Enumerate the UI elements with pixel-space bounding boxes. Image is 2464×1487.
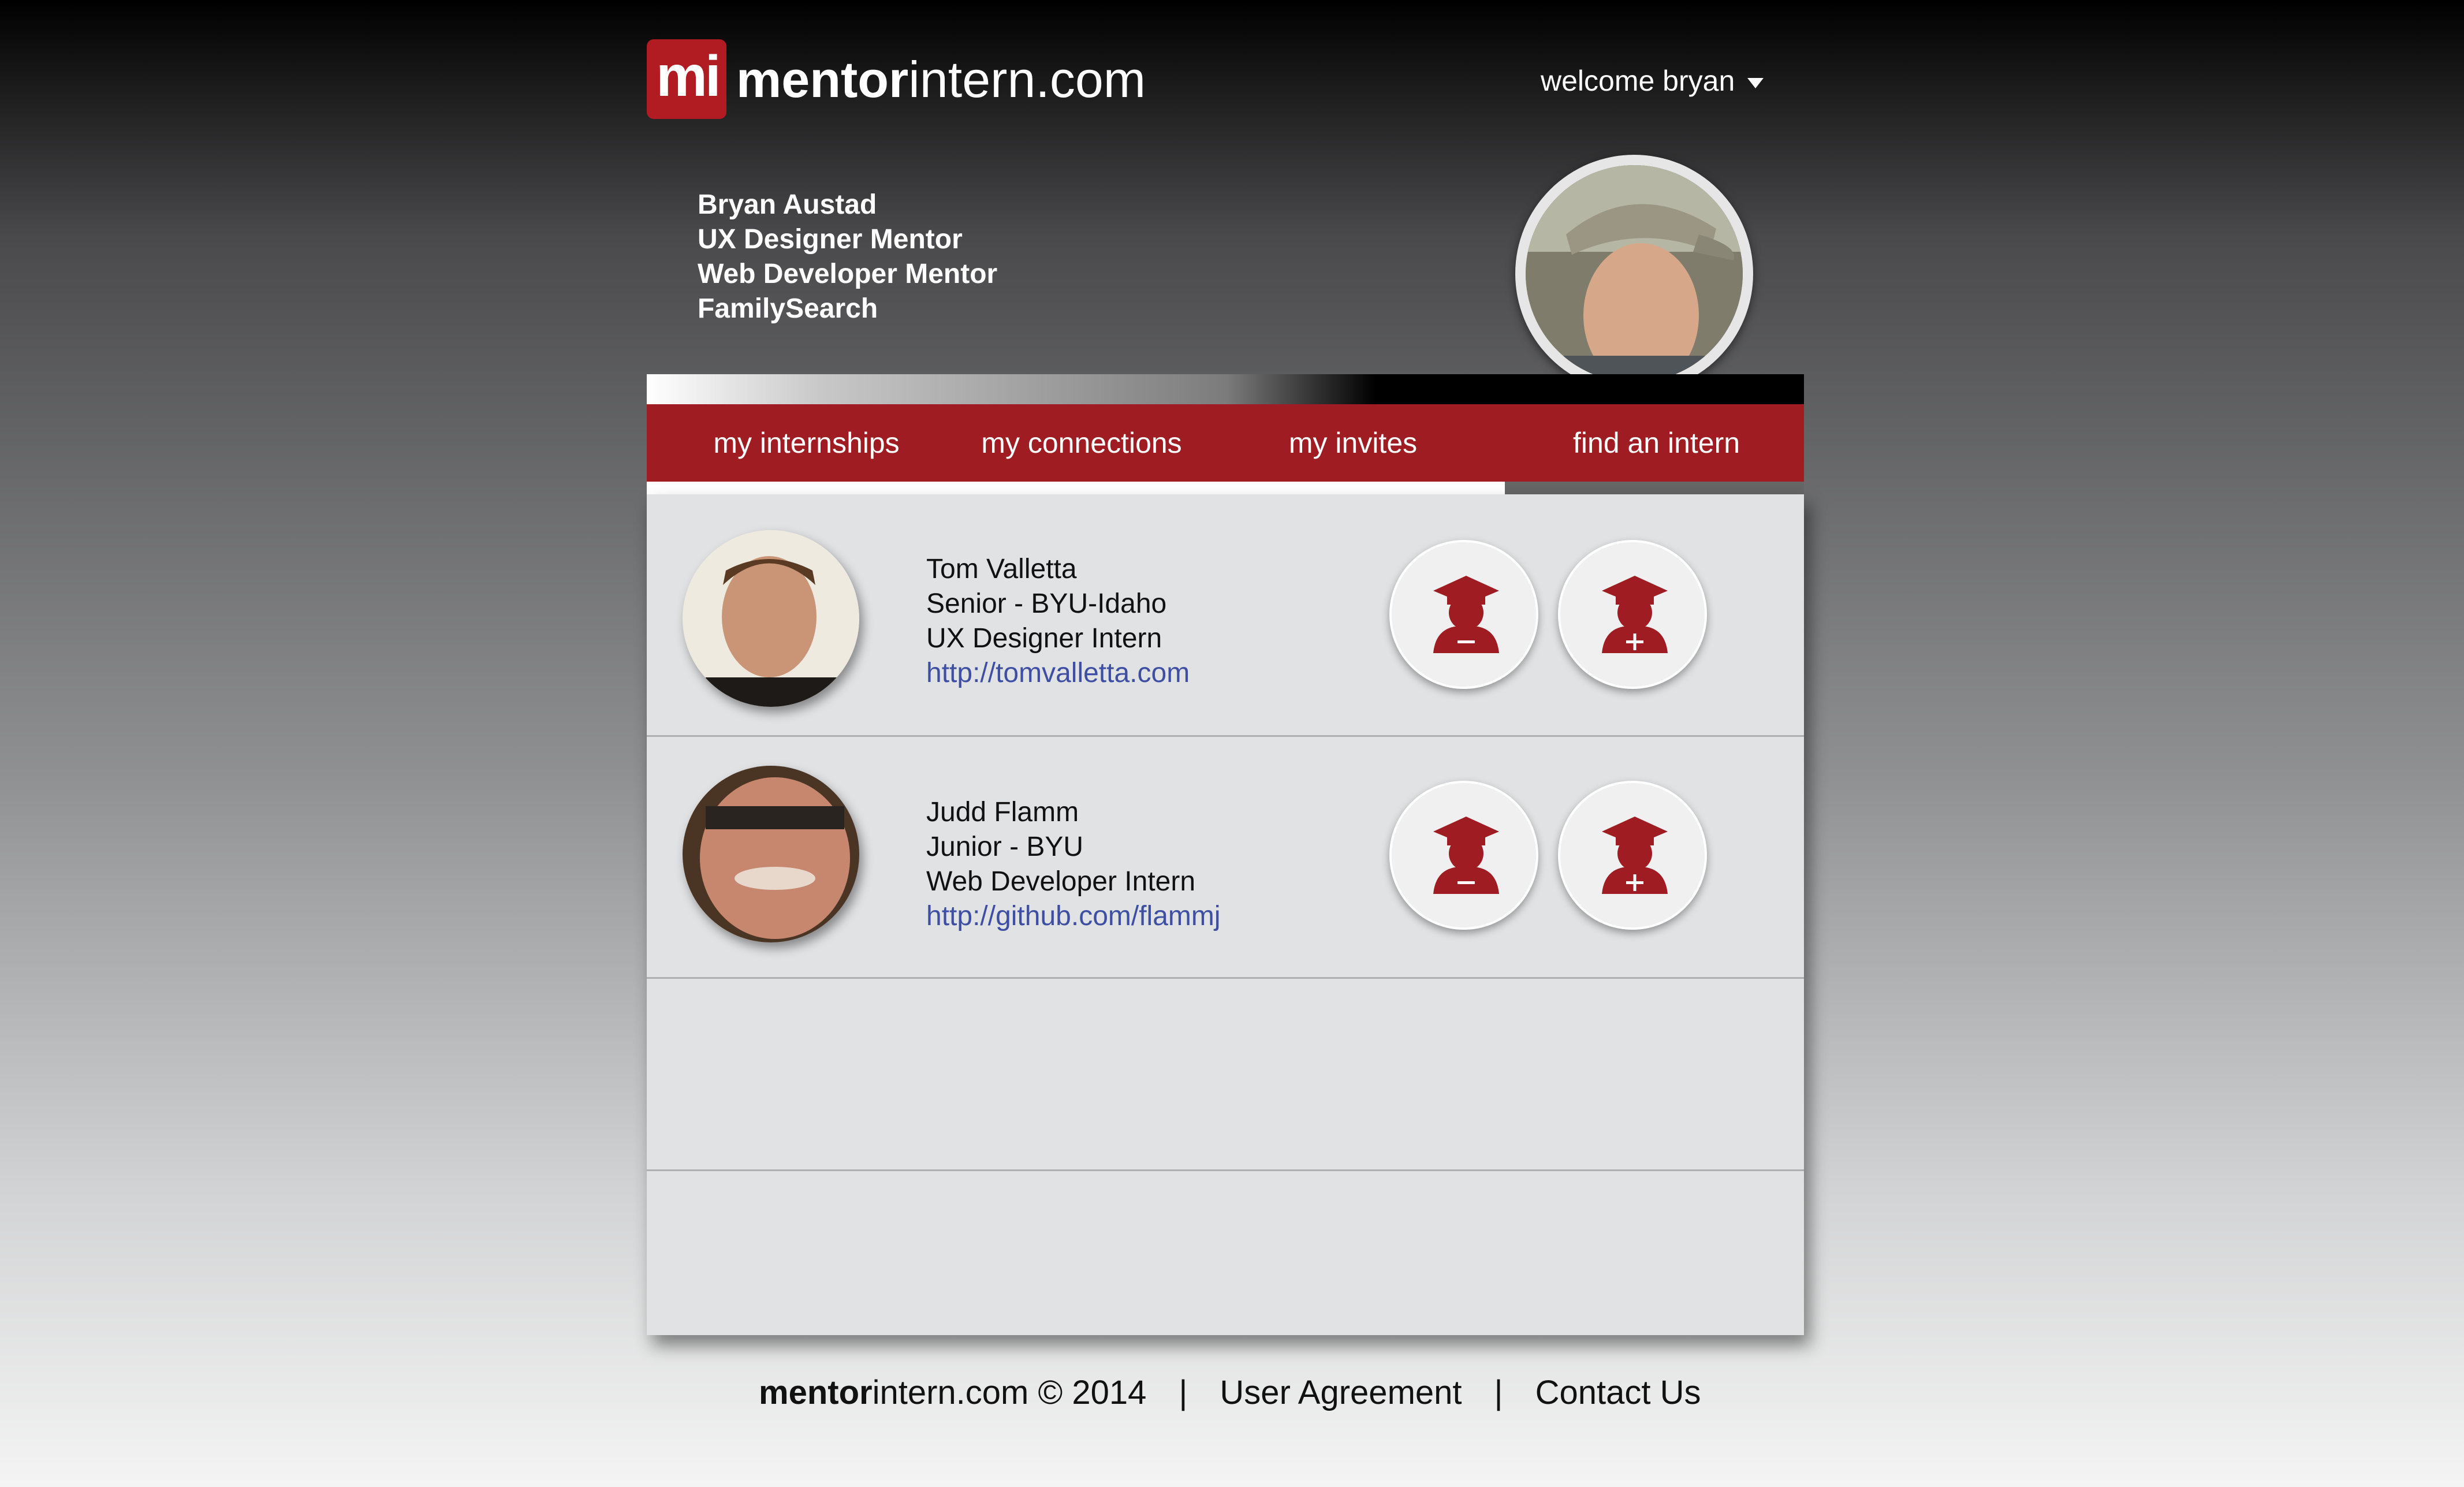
intern-photo	[683, 766, 859, 942]
footer-brand: mentorintern.com © 2014	[759, 1374, 1146, 1411]
footer-separator: |	[1494, 1374, 1503, 1411]
list-item-empty	[647, 979, 1804, 1171]
list-item: Judd Flamm Junior - BYU Web Developer In…	[647, 737, 1804, 979]
graduate-minus-icon	[1433, 576, 1499, 653]
intern-avatar[interactable]	[683, 530, 859, 707]
mentor-avatar[interactable]	[1515, 155, 1753, 393]
remove-intern-button[interactable]	[1389, 781, 1538, 930]
tab-my-connections[interactable]: my connections	[966, 404, 1197, 482]
logo-badge-text: mi	[656, 44, 721, 109]
intern-avatar[interactable]	[683, 766, 859, 942]
main-nav: my internships my connections my invites…	[647, 404, 1804, 482]
add-intern-button[interactable]	[1558, 781, 1707, 930]
graduate-plus-icon	[1602, 576, 1668, 653]
decorative-strip	[647, 374, 1804, 404]
intern-photo	[683, 530, 859, 707]
mentor-photo	[1526, 165, 1743, 382]
mentor-role: UX Designer Mentor	[698, 224, 963, 255]
intern-info: Tom Valletta Senior - BYU-Idaho UX Desig…	[926, 552, 1190, 691]
intern-name: Tom Valletta	[926, 554, 1077, 584]
user-menu[interactable]: welcome bryan	[1541, 64, 1764, 98]
intern-school: Junior - BYU	[926, 832, 1084, 862]
intern-name: Judd Flamm	[926, 797, 1079, 828]
tab-indicator	[647, 482, 1505, 494]
intern-role: Web Developer Intern	[926, 866, 1196, 897]
contact-us-link[interactable]: Contact Us	[1535, 1374, 1701, 1411]
intern-link[interactable]: http://tomvalletta.com	[926, 656, 1190, 691]
caret-down-icon	[1747, 77, 1764, 88]
tab-my-internships[interactable]: my internships	[647, 404, 966, 482]
tab-find-an-intern[interactable]: find an intern	[1509, 404, 1804, 482]
footer: mentorintern.com © 2014 | User Agreement | C…	[759, 1370, 1701, 1416]
tab-my-invites[interactable]: my invites	[1197, 404, 1509, 482]
add-intern-button[interactable]	[1558, 540, 1707, 689]
graduate-plus-icon	[1602, 817, 1668, 894]
list-item: Tom Valletta Senior - BYU-Idaho UX Desig…	[647, 494, 1804, 737]
user-agreement-link[interactable]: User Agreement	[1220, 1374, 1462, 1411]
mentor-name: Bryan Austad	[698, 189, 877, 220]
mentor-company: FamilySearch	[698, 293, 878, 324]
remove-intern-button[interactable]	[1389, 540, 1538, 689]
intern-role: UX Designer Intern	[926, 623, 1162, 654]
footer-brand-rest: intern.com © 2014	[872, 1374, 1147, 1411]
tab-indicator-rest	[1505, 482, 1804, 494]
graduate-minus-icon	[1433, 817, 1499, 894]
footer-brand-bold: mentor	[759, 1374, 873, 1411]
intern-info: Judd Flamm Junior - BYU Web Developer In…	[926, 795, 1221, 934]
logo-bold: mentor	[736, 51, 909, 108]
footer-separator: |	[1179, 1374, 1188, 1411]
intern-list-panel: Tom Valletta Senior - BYU-Idaho UX Desig…	[647, 494, 1804, 1335]
intern-school: Senior - BYU-Idaho	[926, 588, 1167, 619]
logo-badge[interactable]: mi	[647, 39, 726, 119]
logo-wordmark[interactable]: mentorintern.com	[736, 51, 1146, 109]
mentor-profile: Bryan Austad UX Designer Mentor Web Deve…	[698, 188, 997, 326]
mentor-role: Web Developer Mentor	[698, 259, 998, 289]
intern-link[interactable]: http://github.com/flammj	[926, 899, 1221, 934]
welcome-text: welcome bryan	[1541, 65, 1735, 97]
logo-rest: intern.com	[908, 51, 1146, 108]
